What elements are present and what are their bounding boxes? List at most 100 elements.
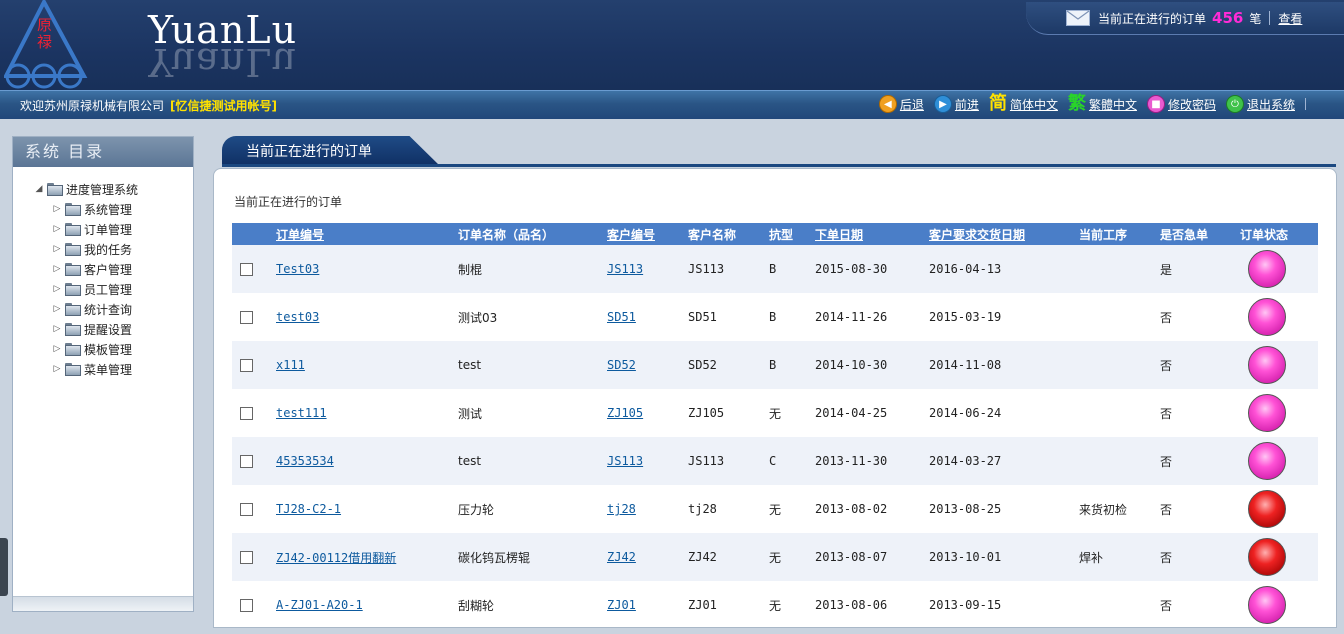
sidebar-item-orders[interactable]: ▷ 订单管理: [13, 219, 193, 239]
customer-no-cell: ZJ105: [607, 389, 688, 437]
customer-no-link[interactable]: JS113: [607, 454, 643, 468]
tab-current-orders[interactable]: 当前正在进行的订单: [222, 136, 440, 166]
row-checkbox[interactable]: [240, 262, 253, 276]
back-arrow-icon: ◀: [878, 95, 897, 113]
expand-icon[interactable]: ▷: [51, 364, 63, 374]
view-orders-link[interactable]: 查看: [1278, 10, 1302, 27]
status-indicator-icon: [1248, 442, 1286, 480]
table-row: test111 测试 ZJ105 ZJ105 无 2014-04-25 2014-06-24…: [232, 389, 1318, 437]
order-name-cell: 测试: [458, 406, 483, 421]
order-no-link[interactable]: x111: [276, 358, 305, 372]
customer-no-link[interactable]: JS113: [607, 262, 643, 276]
folder-icon: [65, 302, 81, 316]
forward-arrow-icon: ▶: [933, 95, 952, 113]
sidebar-item-system[interactable]: ▷ 系统管理: [13, 199, 193, 219]
sidebar-toggle-handle[interactable]: [0, 538, 8, 596]
customer-no-link[interactable]: SD52: [607, 358, 636, 372]
tree-root-label: 进度管理系统: [66, 182, 139, 197]
order-no-link[interactable]: test03: [276, 310, 319, 324]
order-no-link[interactable]: 45353534: [276, 454, 334, 468]
select-cell: [232, 341, 276, 389]
column-header[interactable]: 订单编号: [276, 223, 458, 245]
order-no-link[interactable]: test111: [276, 406, 327, 420]
sidebar-item-statistics[interactable]: ▷ 统计查询: [13, 299, 193, 319]
due-date-cell: 2014-11-08: [929, 358, 1002, 372]
sidebar-item-label: 客户管理: [84, 262, 133, 277]
row-checkbox[interactable]: [240, 406, 253, 420]
order-date-cell: 2013-11-30: [815, 454, 888, 468]
expand-icon[interactable]: ▷: [51, 304, 63, 314]
sidebar-item-label: 我的任务: [84, 242, 133, 257]
row-checkbox[interactable]: [240, 502, 253, 516]
row-checkbox[interactable]: [240, 550, 253, 564]
column-header[interactable]: 下单日期: [815, 223, 929, 245]
order-no-link[interactable]: ZJ42-00112借用翻新: [276, 551, 396, 565]
table-row: ZJ42-00112借用翻新 碳化钨瓦楞辊 ZJ42 ZJ42 无 2013-08-07 2…: [232, 533, 1318, 581]
sidebar-item-templates[interactable]: ▷ 模板管理: [13, 339, 193, 359]
order-name-cell: test: [458, 358, 482, 372]
folder-icon: [65, 202, 81, 216]
sidebar-item-customers[interactable]: ▷ 客户管理: [13, 259, 193, 279]
table-row: 45353534 test JS113 JS113 C 2013-11-30 2014-03…: [232, 437, 1318, 485]
urgent-cell: 否: [1160, 502, 1173, 517]
row-checkbox[interactable]: [240, 454, 253, 468]
customer-no-link[interactable]: tj28: [607, 502, 636, 516]
sidebar-item-tasks[interactable]: ▷ 我的任务: [13, 239, 193, 259]
expand-icon[interactable]: ▷: [51, 264, 63, 274]
status-cell: [1240, 533, 1318, 581]
status-cell: [1240, 293, 1318, 341]
row-checkbox[interactable]: [240, 310, 253, 324]
logout-link[interactable]: ⏻ 退出系统: [1225, 95, 1295, 113]
panel-title: 当前正在进行的订单: [234, 195, 343, 209]
traditional-chinese-icon: 繁: [1067, 93, 1086, 114]
urgent-cell: 否: [1160, 454, 1173, 469]
order-no-link[interactable]: TJ28-C2-1: [276, 502, 341, 516]
back-link[interactable]: ◀ 后退: [878, 95, 924, 113]
sidebar-item-label: 系统管理: [84, 202, 133, 217]
orders-table: 订单编号 订单名称（品名） 客户编号 客户名称 抗型 下单日期 客户要求交货日期…: [232, 223, 1318, 627]
status-cell: [1240, 581, 1318, 627]
customer-no-cell: tj28: [607, 485, 688, 533]
column-header[interactable]: 客户编号: [607, 223, 688, 245]
traditional-chinese-link[interactable]: 繁 繁體中文: [1068, 95, 1137, 113]
select-cell: [232, 533, 276, 581]
expand-icon[interactable]: ▷: [51, 344, 63, 354]
table-row: A-ZJ01-A20-1 刮糊轮 ZJ01 ZJ01 无 2013-08-06 2013-0…: [232, 581, 1318, 627]
urgent-cell: 否: [1160, 406, 1173, 421]
sidebar-item-reminders[interactable]: ▷ 提醒设置: [13, 319, 193, 339]
process-cell: [1079, 293, 1160, 341]
order-name-cell: 碳化钨瓦楞辊: [458, 550, 531, 565]
collapse-icon[interactable]: ◢: [33, 184, 45, 194]
order-no-link[interactable]: A-ZJ01-A20-1: [276, 598, 363, 612]
forward-link[interactable]: ▶ 前进: [933, 95, 979, 113]
simplified-chinese-link[interactable]: 简 简体中文: [989, 95, 1058, 113]
column-header[interactable]: 客户要求交货日期: [929, 223, 1079, 245]
customer-no-link[interactable]: SD51: [607, 310, 636, 324]
sidebar-item-employees[interactable]: ▷ 员工管理: [13, 279, 193, 299]
table-row: Test03 制棍 JS113 JS113 B 2015-08-30 2016-04-13 是: [232, 245, 1318, 293]
customer-no-link[interactable]: ZJ01: [607, 598, 636, 612]
order-no-link[interactable]: Test03: [276, 262, 319, 276]
order-count: 456: [1212, 9, 1244, 27]
expand-icon[interactable]: ▷: [51, 244, 63, 254]
row-checkbox[interactable]: [240, 358, 253, 372]
customer-no-link[interactable]: ZJ42: [607, 550, 636, 564]
select-cell: [232, 485, 276, 533]
column-header: 是否急单: [1160, 223, 1240, 245]
order-no-cell: TJ28-C2-1: [276, 485, 458, 533]
expand-icon[interactable]: ▷: [51, 204, 63, 214]
customer-no-link[interactable]: ZJ105: [607, 406, 643, 420]
urgent-cell: 是: [1160, 262, 1173, 277]
change-password-link[interactable]: ■ 修改密码: [1146, 95, 1216, 113]
simplified-chinese-label: 简体中文: [1009, 97, 1058, 112]
sidebar-item-menus[interactable]: ▷ 菜单管理: [13, 359, 193, 379]
tab-underline: [222, 164, 1336, 167]
status-indicator-icon: [1248, 394, 1286, 432]
order-date-cell: 2013-08-06: [815, 598, 888, 612]
row-checkbox[interactable]: [240, 598, 253, 612]
expand-icon[interactable]: ▷: [51, 324, 63, 334]
expand-icon[interactable]: ▷: [51, 284, 63, 294]
tree-root[interactable]: ◢ 进度管理系统: [13, 179, 193, 199]
expand-icon[interactable]: ▷: [51, 224, 63, 234]
order-date-cell: 2015-08-30: [815, 262, 888, 276]
